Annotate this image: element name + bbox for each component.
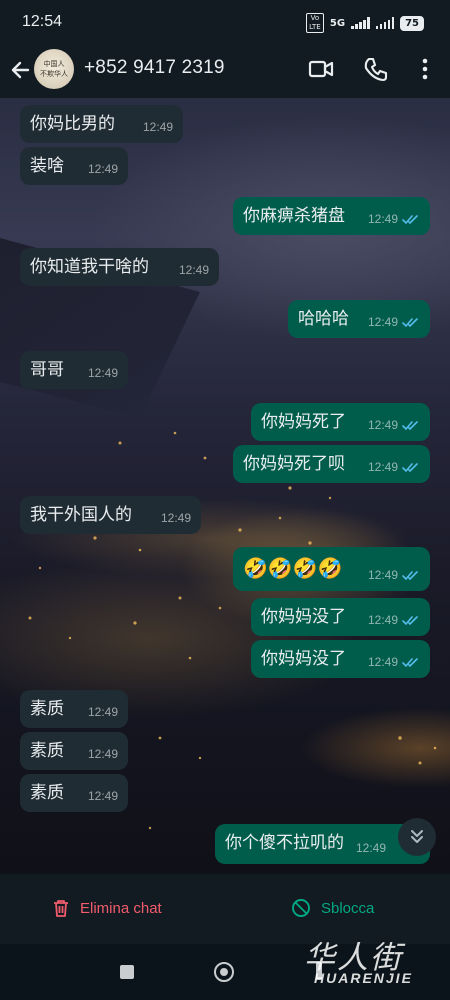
message-incoming[interactable]: 素质 12:49: [20, 774, 128, 812]
message-time: 12:49: [87, 789, 118, 803]
message-meta: 12:49: [368, 609, 420, 631]
message-incoming[interactable]: 装啥 12:49: [20, 147, 128, 185]
message-meta: 12:49: [368, 414, 420, 436]
chat-area[interactable]: 你妈比男的 12:49 装啥 12:49 你麻痹杀猪盘 12:49 你知道我干啥…: [0, 98, 450, 874]
phone-icon[interactable]: [361, 54, 391, 84]
delete-chat-button[interactable]: Elimina chat: [52, 898, 162, 918]
double-check-icon: [402, 657, 418, 667]
unblock-button[interactable]: Sblocca: [291, 898, 374, 918]
status-bar: 12:54 Vo LTE 5G 75: [0, 0, 450, 44]
message-incoming[interactable]: 我干外国人的 12:49: [20, 496, 201, 534]
message-text: 你个傻不拉叽的: [225, 833, 344, 853]
message-outgoing[interactable]: 你妈妈没了 12:49: [251, 640, 430, 678]
trash-icon: [54, 900, 68, 917]
message-time: 12:49: [178, 263, 209, 277]
battery-icon: 75: [400, 15, 424, 31]
message-time: 12:49: [367, 655, 398, 669]
status-time: 12:54: [22, 13, 63, 30]
message-time: 12:49: [355, 841, 386, 855]
home-button[interactable]: [214, 962, 234, 982]
message-outgoing[interactable]: 你妈妈死了 12:49: [251, 403, 430, 441]
message-text: 🤣🤣🤣🤣: [243, 556, 343, 580]
message-text: 你妈妈没了: [261, 607, 346, 627]
message-text: 你妈妈没了: [261, 649, 346, 669]
svg-text:不欺华人: 不欺华人: [40, 69, 68, 78]
message-text: 素质: [30, 741, 64, 761]
message-text: 我干外国人的: [30, 505, 132, 525]
chat-header: 中国人 不欺华人 +852 9417 2319: [0, 44, 450, 98]
message-meta: 12:49: [368, 311, 420, 333]
message-time: 12:49: [87, 366, 118, 380]
message-meta: 12:49: [368, 564, 420, 586]
message-time: 12:49: [87, 747, 118, 761]
signal-icon: [351, 17, 370, 29]
message-meta: 12:49: [356, 837, 386, 859]
message-time: 12:49: [142, 120, 173, 134]
message-outgoing[interactable]: 你麻痹杀猪盘 12:49: [233, 197, 430, 235]
scroll-down-button[interactable]: [398, 818, 436, 856]
message-text: 哥哥: [30, 360, 64, 380]
message-time: 12:49: [367, 418, 398, 432]
message-text: 你妈妈死了呗: [243, 454, 345, 474]
message-outgoing[interactable]: 你妈妈死了呗 12:49: [233, 445, 430, 483]
unblock-label: Sblocca: [321, 899, 375, 917]
signal-icon-2: [375, 17, 395, 29]
watermark-logo: 华人街 HUARENJIE: [300, 932, 444, 994]
message-text: 素质: [30, 699, 64, 719]
message-outgoing[interactable]: 你妈妈没了 12:49: [251, 598, 430, 636]
double-check-icon: [402, 317, 418, 327]
double-check-icon: [402, 615, 418, 625]
message-incoming[interactable]: 你妈比男的 12:49: [20, 105, 183, 143]
message-incoming[interactable]: 哥哥 12:49: [20, 351, 128, 389]
message-text: 素质: [30, 783, 64, 803]
back-arrow-icon[interactable]: [6, 55, 34, 85]
message-incoming[interactable]: 素质 12:49: [20, 732, 128, 770]
double-check-icon: [402, 570, 418, 580]
unblock-icon: [292, 899, 310, 917]
message-time: 12:49: [367, 613, 398, 627]
video-call-icon[interactable]: [306, 54, 336, 84]
message-time: 12:49: [87, 705, 118, 719]
avatar[interactable]: 中国人 不欺华人: [34, 49, 74, 89]
message-incoming[interactable]: 素质 12:49: [20, 690, 128, 728]
message-outgoing[interactable]: 🤣🤣🤣🤣 12:49: [233, 547, 430, 591]
message-time: 12:49: [367, 212, 398, 226]
volte-badge: Vo LTE: [305, 13, 324, 33]
message-time: 12:49: [160, 511, 191, 525]
network-type: 5G: [329, 17, 346, 29]
message-text: 你妈妈死了: [261, 412, 346, 432]
message-time: 12:49: [367, 460, 398, 474]
double-check-icon: [402, 462, 418, 472]
svg-text:中国人: 中国人: [44, 59, 65, 68]
message-text: 你妈比男的: [30, 114, 115, 134]
message-time: 12:49: [367, 315, 398, 329]
message-meta: 12:49: [368, 208, 420, 230]
double-check-icon: [402, 214, 418, 224]
double-check-icon: [402, 420, 418, 430]
message-text: 哈哈哈: [298, 309, 349, 329]
message-meta: 12:49: [368, 456, 420, 478]
contact-name[interactable]: +852 9417 2319: [84, 57, 225, 79]
message-meta: 12:49: [368, 651, 420, 673]
more-vert-icon[interactable]: [410, 54, 440, 84]
message-incoming[interactable]: 你知道我干啥的 12:49: [20, 248, 219, 286]
scroll-down-icon: [411, 830, 423, 843]
message-text: 装啥: [30, 156, 64, 176]
message-outgoing[interactable]: 哈哈哈 12:49: [288, 300, 430, 338]
message-outgoing[interactable]: 你个傻不拉叽的 12:49: [215, 824, 430, 864]
avatar-logo: 中国人 不欺华人: [40, 59, 68, 78]
message-text: 你知道我干啥的: [30, 257, 149, 277]
message-time: 12:49: [87, 162, 118, 176]
watermark-en: HUARENJIE: [314, 970, 413, 986]
delete-chat-label: Elimina chat: [80, 899, 162, 917]
recents-button[interactable]: [120, 965, 134, 979]
message-time: 12:49: [367, 568, 398, 582]
message-text: 你麻痹杀猪盘: [243, 206, 345, 226]
status-indicators: Vo LTE 5G 75: [305, 13, 424, 33]
